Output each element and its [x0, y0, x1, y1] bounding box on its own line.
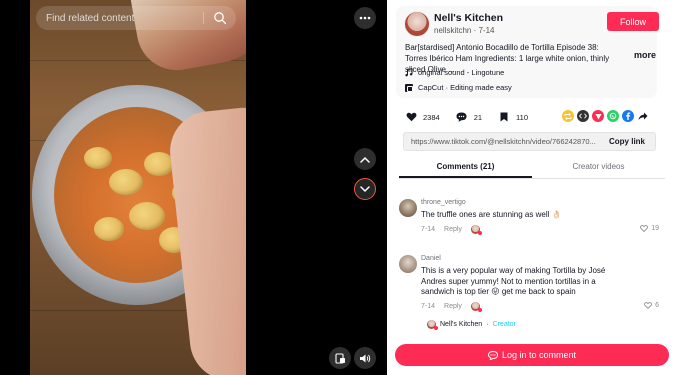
author-handle-date: nellskitchn · 7-14 — [434, 26, 495, 35]
creator-reply-dot: · — [486, 321, 489, 328]
share-arrow-icon[interactable] — [637, 110, 649, 122]
video-frame[interactable] — [30, 0, 246, 375]
commenter-avatar[interactable] — [399, 199, 417, 217]
video-info-card: Nell's Kitchen nellskitchn · 7-14 Follow… — [396, 6, 659, 98]
follow-button[interactable]: Follow — [607, 12, 659, 31]
chip-image — [109, 169, 143, 195]
author-name[interactable]: Nell's Kitchen — [434, 12, 503, 24]
reply-button[interactable]: Reply — [444, 303, 462, 310]
creator-liked-avatar — [470, 302, 482, 312]
chevron-up-icon — [360, 156, 370, 163]
comment-date: 7-14 — [421, 303, 436, 310]
comment-icon — [456, 111, 468, 123]
creator-reply-preview[interactable]: Nell's Kitchen · Creator — [427, 320, 516, 330]
commenter-avatar[interactable] — [399, 255, 417, 273]
creator-reply-avatar — [427, 320, 438, 330]
tab-comments[interactable]: Comments (21) — [399, 157, 532, 178]
related-search-bar[interactable] — [36, 6, 236, 30]
creator-reply-name: Nell's Kitchen — [440, 321, 483, 328]
comment-icon — [487, 350, 498, 360]
commenter-name[interactable]: throne_vertigo — [421, 199, 466, 206]
volume-icon — [360, 354, 371, 362]
like-action[interactable]: 2384 — [405, 111, 440, 123]
capcut-label: CapCut · Editing made easy — [418, 83, 512, 92]
like-count: 2384 — [423, 112, 440, 122]
tiktok-video-detail: Nell's Kitchen nellskitchn · 7-14 Follow… — [0, 0, 675, 375]
search-icon[interactable] — [213, 11, 227, 25]
video-link-box: https://www.tiktok.com/@nellskitchn/vide… — [403, 132, 656, 151]
more-options-button[interactable] — [354, 7, 376, 29]
login-to-comment-button[interactable]: Log in to comment — [395, 344, 669, 366]
creator-tag: Creator — [492, 321, 516, 328]
login-to-comment-label: Log in to comment — [501, 350, 577, 360]
capcut-icon — [405, 83, 413, 92]
more-icon — [359, 16, 371, 20]
previous-video-button[interactable] — [354, 148, 376, 170]
sound-link[interactable]: original sound - Lingotune — [405, 68, 504, 77]
video-url[interactable]: https://www.tiktok.com/@nellskitchn/vide… — [404, 137, 599, 146]
commenter-name[interactable]: Daniel — [421, 255, 441, 262]
next-video-button[interactable] — [354, 178, 376, 200]
heart-icon — [405, 111, 417, 123]
creator-liked-avatar — [470, 225, 482, 235]
panel-tabs: Comments (21) Creator videos — [399, 157, 665, 179]
volume-button[interactable] — [354, 347, 376, 369]
chip-image — [129, 202, 165, 230]
comment-date: 7-14 — [421, 226, 436, 233]
music-note-icon — [405, 68, 413, 77]
whatsapp-icon[interactable] — [607, 110, 619, 122]
comment-like-count: 6 — [655, 302, 659, 309]
description-more-link[interactable]: more — [634, 50, 656, 60]
repost-icon[interactable] — [562, 110, 574, 122]
video-player[interactable] — [0, 0, 387, 375]
comment-meta: 7-14 Reply — [421, 225, 482, 235]
facebook-icon[interactable] — [622, 110, 634, 122]
comment-text: This is a very popular way of making Tor… — [421, 266, 606, 296]
comment-text: The truffle ones are stunning as well 👌🏻 — [421, 210, 562, 219]
tab-creator-videos[interactable]: Creator videos — [532, 157, 665, 178]
engagement-bar: 2384 21 110 — [405, 109, 544, 125]
sound-label: original sound - Lingotune — [418, 68, 505, 77]
comment-meta: 7-14 Reply — [421, 302, 482, 312]
comment-like-button[interactable]: 19 — [640, 225, 659, 232]
mini-player-icon — [334, 352, 345, 364]
chip-image — [94, 217, 124, 241]
heart-outline-icon — [640, 225, 649, 232]
comment-list: throne_vertigo The truffle ones are stun… — [399, 190, 667, 335]
author-avatar[interactable] — [404, 11, 430, 37]
comment-item: Daniel This is a very popular way of mak… — [399, 254, 667, 334]
copy-link-button[interactable]: Copy link — [609, 137, 645, 146]
save-count: 110 — [516, 112, 528, 122]
capcut-link[interactable]: CapCut · Editing made easy — [405, 83, 512, 92]
comment-item: throne_vertigo The truffle ones are stun… — [399, 198, 667, 248]
comment-like-count: 19 — [651, 225, 659, 232]
search-divider — [203, 12, 204, 24]
save-action[interactable]: 110 — [498, 111, 528, 123]
send-icon[interactable] — [592, 110, 604, 122]
embed-icon[interactable] — [577, 110, 589, 122]
share-icons — [562, 110, 649, 122]
chevron-down-icon — [360, 185, 370, 192]
comment-like-button[interactable]: 6 — [644, 302, 659, 309]
heart-outline-icon — [644, 302, 652, 309]
comment-action[interactable]: 21 — [456, 111, 482, 123]
chip-image — [84, 147, 112, 169]
bookmark-icon — [498, 111, 510, 123]
comment-count: 21 — [473, 112, 483, 122]
video-detail-panel: Nell's Kitchen nellskitchn · 7-14 Follow… — [387, 0, 675, 375]
related-search-input[interactable] — [46, 12, 196, 24]
mini-player-button[interactable] — [329, 347, 351, 369]
reply-button[interactable]: Reply — [444, 226, 462, 233]
